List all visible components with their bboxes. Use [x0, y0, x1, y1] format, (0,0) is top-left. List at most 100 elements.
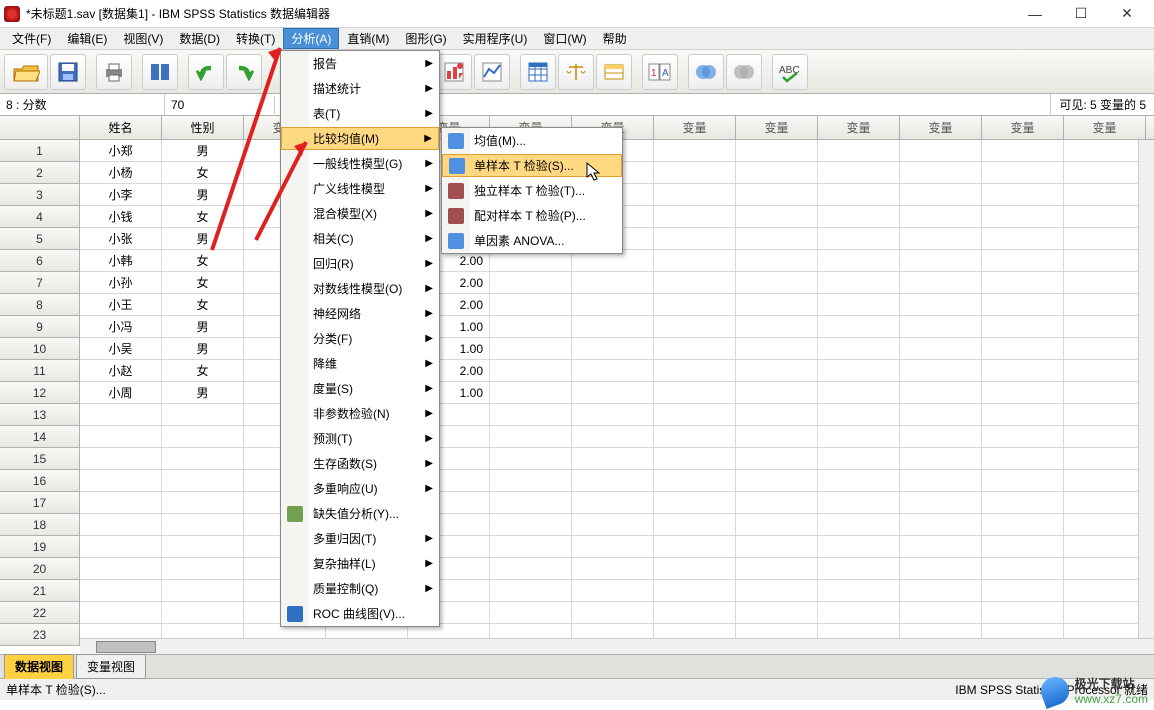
cell[interactable] [736, 228, 818, 250]
cell[interactable]: 男 [162, 184, 244, 206]
cell[interactable]: 小孙 [80, 272, 162, 294]
cell[interactable]: 小韩 [80, 250, 162, 272]
cell[interactable]: 小李 [80, 184, 162, 206]
cell[interactable] [900, 206, 982, 228]
cell[interactable] [654, 470, 736, 492]
menu-item[interactable]: 报告▶ [281, 51, 439, 76]
cell[interactable] [736, 536, 818, 558]
cell[interactable] [982, 206, 1064, 228]
cell[interactable] [80, 426, 162, 448]
row-header[interactable]: 23 [0, 624, 80, 646]
cell[interactable] [818, 316, 900, 338]
cell[interactable]: 小杨 [80, 162, 162, 184]
menu-item[interactable]: 缺失值分析(Y)... [281, 501, 439, 526]
cell[interactable] [572, 470, 654, 492]
cell[interactable]: 小王 [80, 294, 162, 316]
row-header[interactable]: 7 [0, 272, 80, 294]
cell[interactable] [1064, 360, 1146, 382]
column-header[interactable]: 变量 [736, 116, 818, 139]
cell[interactable] [900, 470, 982, 492]
cell[interactable] [572, 448, 654, 470]
row-header[interactable]: 4 [0, 206, 80, 228]
cell[interactable] [490, 404, 572, 426]
cell[interactable] [982, 426, 1064, 448]
cell[interactable] [654, 272, 736, 294]
cell[interactable] [490, 580, 572, 602]
cell[interactable] [1064, 536, 1146, 558]
column-header[interactable]: 变量 [1064, 116, 1146, 139]
cell[interactable] [736, 558, 818, 580]
menu-item[interactable]: 多重响应(U)▶ [281, 476, 439, 501]
menu-item[interactable]: 描述统计▶ [281, 76, 439, 101]
cell[interactable] [162, 580, 244, 602]
row-header[interactable]: 3 [0, 184, 80, 206]
cell[interactable] [1064, 250, 1146, 272]
cell[interactable]: 男 [162, 228, 244, 250]
menu-item[interactable]: 回归(R)▶ [281, 251, 439, 276]
row-header[interactable]: 15 [0, 448, 80, 470]
menu-item[interactable]: 预测(T)▶ [281, 426, 439, 451]
cell[interactable] [654, 316, 736, 338]
cell[interactable] [654, 602, 736, 624]
menu-item[interactable]: 生存函数(S)▶ [281, 451, 439, 476]
cell[interactable] [900, 316, 982, 338]
cell[interactable] [490, 338, 572, 360]
cell[interactable] [818, 448, 900, 470]
menu-item[interactable]: 视图(V) [115, 28, 171, 49]
cell[interactable] [572, 558, 654, 580]
cell[interactable] [1064, 294, 1146, 316]
analyze-menu[interactable]: 报告▶描述统计▶表(T)▶比较均值(M)▶一般线性模型(G)▶广义线性模型▶混合… [280, 50, 440, 627]
cell[interactable] [736, 184, 818, 206]
cell[interactable]: 小钱 [80, 206, 162, 228]
cell[interactable] [900, 184, 982, 206]
cell[interactable] [162, 426, 244, 448]
cell[interactable]: 女 [162, 272, 244, 294]
menu-item[interactable]: ROC 曲线图(V)... [281, 601, 439, 626]
row-header[interactable]: 14 [0, 426, 80, 448]
cell[interactable] [736, 382, 818, 404]
cell[interactable] [736, 492, 818, 514]
menu-item[interactable]: 广义线性模型▶ [281, 176, 439, 201]
cell[interactable] [818, 580, 900, 602]
cell[interactable] [736, 448, 818, 470]
cell[interactable] [162, 404, 244, 426]
cell[interactable] [818, 360, 900, 382]
cell[interactable] [982, 360, 1064, 382]
undo-button[interactable] [188, 54, 224, 90]
cell[interactable] [1064, 228, 1146, 250]
cell[interactable] [736, 316, 818, 338]
cell[interactable] [736, 272, 818, 294]
cell[interactable] [162, 536, 244, 558]
row-header[interactable]: 18 [0, 514, 80, 536]
cell[interactable] [818, 382, 900, 404]
cell[interactable] [490, 602, 572, 624]
row-header[interactable]: 6 [0, 250, 80, 272]
row-header[interactable]: 17 [0, 492, 80, 514]
cell[interactable] [654, 514, 736, 536]
cell[interactable] [818, 426, 900, 448]
save-button[interactable] [50, 54, 86, 90]
cell[interactable] [654, 426, 736, 448]
cell-ref-value[interactable]: 70 [165, 96, 275, 114]
cell[interactable] [982, 536, 1064, 558]
cell[interactable] [162, 470, 244, 492]
cell[interactable] [490, 470, 572, 492]
cell[interactable] [654, 228, 736, 250]
cell[interactable] [982, 250, 1064, 272]
cell[interactable] [80, 470, 162, 492]
cell[interactable] [162, 492, 244, 514]
cell[interactable] [982, 448, 1064, 470]
cell[interactable] [80, 492, 162, 514]
cell[interactable] [818, 470, 900, 492]
cell[interactable] [490, 492, 572, 514]
cell[interactable] [982, 470, 1064, 492]
cell[interactable] [818, 338, 900, 360]
cell[interactable] [982, 580, 1064, 602]
menu-item[interactable]: 数据(D) [171, 28, 228, 49]
cell[interactable] [654, 294, 736, 316]
cell[interactable] [654, 250, 736, 272]
cell[interactable] [80, 404, 162, 426]
cell[interactable] [900, 360, 982, 382]
cell[interactable] [490, 272, 572, 294]
cell[interactable] [818, 536, 900, 558]
